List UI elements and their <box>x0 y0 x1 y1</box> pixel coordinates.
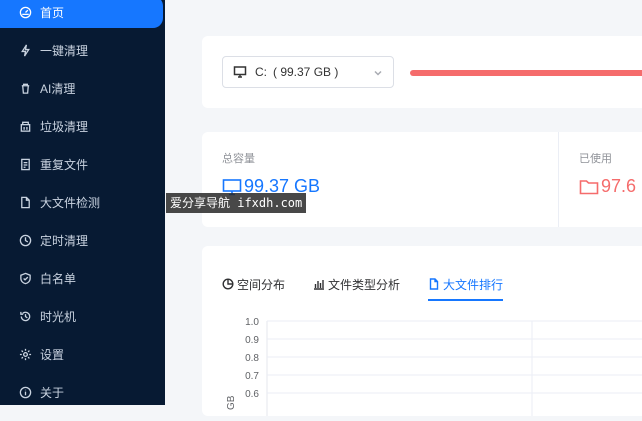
file-icon <box>18 195 32 209</box>
sidebar-item-label: 垃圾清理 <box>40 119 89 134</box>
sidebar: 首页 一键清理 AI清理 垃圾清理 重复文件 大文件检测 定时清理 白名单 时光… <box>0 0 165 405</box>
used-value: 97.6 <box>579 176 642 197</box>
tab-file-type-analysis[interactable]: 文件类型分析 <box>313 270 400 298</box>
usage-bar <box>410 70 642 76</box>
used-label: 已使用 <box>579 153 612 165</box>
sidebar-item-scheduled-clean[interactable]: 定时清理 <box>0 224 163 256</box>
sidebar-item-junk-clean[interactable]: 垃圾清理 <box>0 110 163 142</box>
drive-size: ( 99.37 GB ) <box>273 65 339 79</box>
y-tick-label: 0.6 <box>245 389 259 400</box>
bar-chart-icon <box>314 280 325 290</box>
monitor-icon <box>233 66 247 78</box>
y-tick-label: 0.8 <box>245 353 259 364</box>
sidebar-item-time-machine[interactable]: 时光机 <box>0 300 163 332</box>
tab-label: 大文件排行 <box>443 277 504 292</box>
sidebar-item-whitelist[interactable]: 白名单 <box>0 262 163 294</box>
sidebar-item-ai-clean[interactable]: AI清理 <box>0 72 163 104</box>
sidebar-item-label: 重复文件 <box>40 157 89 172</box>
y-tick-label: 0.9 <box>245 335 259 346</box>
trash-icon <box>18 81 32 95</box>
pie-icon <box>222 278 234 290</box>
sidebar-item-one-click-clean[interactable]: 一键清理 <box>0 34 163 66</box>
tab-large-file-ranking[interactable]: 大文件排行 <box>428 270 504 301</box>
sidebar-item-label: AI清理 <box>40 81 76 96</box>
top-strip <box>165 0 642 10</box>
y-tick-label: 0.7 <box>245 371 259 382</box>
sidebar-item-label: 首页 <box>40 5 65 20</box>
drive-letter: C: <box>255 65 267 79</box>
gear-icon <box>18 347 32 361</box>
sidebar-item-large-file-detect[interactable]: 大文件检测 <box>0 186 163 218</box>
sidebar-item-duplicate-files[interactable]: 重复文件 <box>0 148 163 180</box>
info-icon <box>18 385 32 399</box>
sidebar-item-home[interactable]: 首页 <box>0 0 163 28</box>
drive-card: C: ( 99.37 GB ) <box>202 36 642 108</box>
analysis-card: 空间分布 文件类型分析 大文件排行 1.0 0.9 0.8 0.7 0.6 GB <box>202 246 642 416</box>
tab-space-distribution[interactable]: 空间分布 <box>222 270 285 298</box>
used-text: 97.6 <box>601 176 637 196</box>
tab-label: 文件类型分析 <box>328 277 401 292</box>
sidebar-item-label: 关于 <box>40 385 65 400</box>
history-icon <box>18 309 32 323</box>
analysis-tabs: 空间分布 文件类型分析 大文件排行 <box>222 270 531 301</box>
sidebar-item-label: 大文件检测 <box>40 195 101 210</box>
sidebar-item-label: 设置 <box>40 347 65 362</box>
large-file-chart: 1.0 0.9 0.8 0.7 0.6 GB <box>226 317 642 416</box>
tab-label: 空间分布 <box>237 277 286 292</box>
lightning-icon <box>18 43 32 57</box>
sidebar-item-label: 时光机 <box>40 309 77 324</box>
y-tick-label: 1.0 <box>245 317 259 328</box>
stats-divider <box>558 132 559 227</box>
sidebar-item-label: 白名单 <box>40 271 77 286</box>
bin-icon <box>18 119 32 133</box>
watermark: 爱分享导航 ifxdh.com <box>166 193 307 213</box>
sidebar-item-settings[interactable]: 设置 <box>0 338 163 370</box>
clock-icon <box>18 233 32 247</box>
shield-icon <box>18 271 32 285</box>
folder-icon <box>579 179 599 194</box>
sidebar-item-label: 一键清理 <box>40 43 89 58</box>
sidebar-item-label: 定时清理 <box>40 233 89 248</box>
gauge-icon <box>18 5 32 19</box>
chevron-down-icon <box>373 67 383 81</box>
drive-select[interactable]: C: ( 99.37 GB ) <box>222 56 394 88</box>
copy-file-icon <box>18 157 32 171</box>
document-icon <box>429 278 439 290</box>
chart-area: 1.0 0.9 0.8 0.7 0.6 GB <box>202 306 642 416</box>
y-axis-label: GB <box>226 395 237 410</box>
total-capacity-label: 总容量 <box>222 153 255 165</box>
sidebar-item-about[interactable]: 关于 <box>0 376 163 408</box>
